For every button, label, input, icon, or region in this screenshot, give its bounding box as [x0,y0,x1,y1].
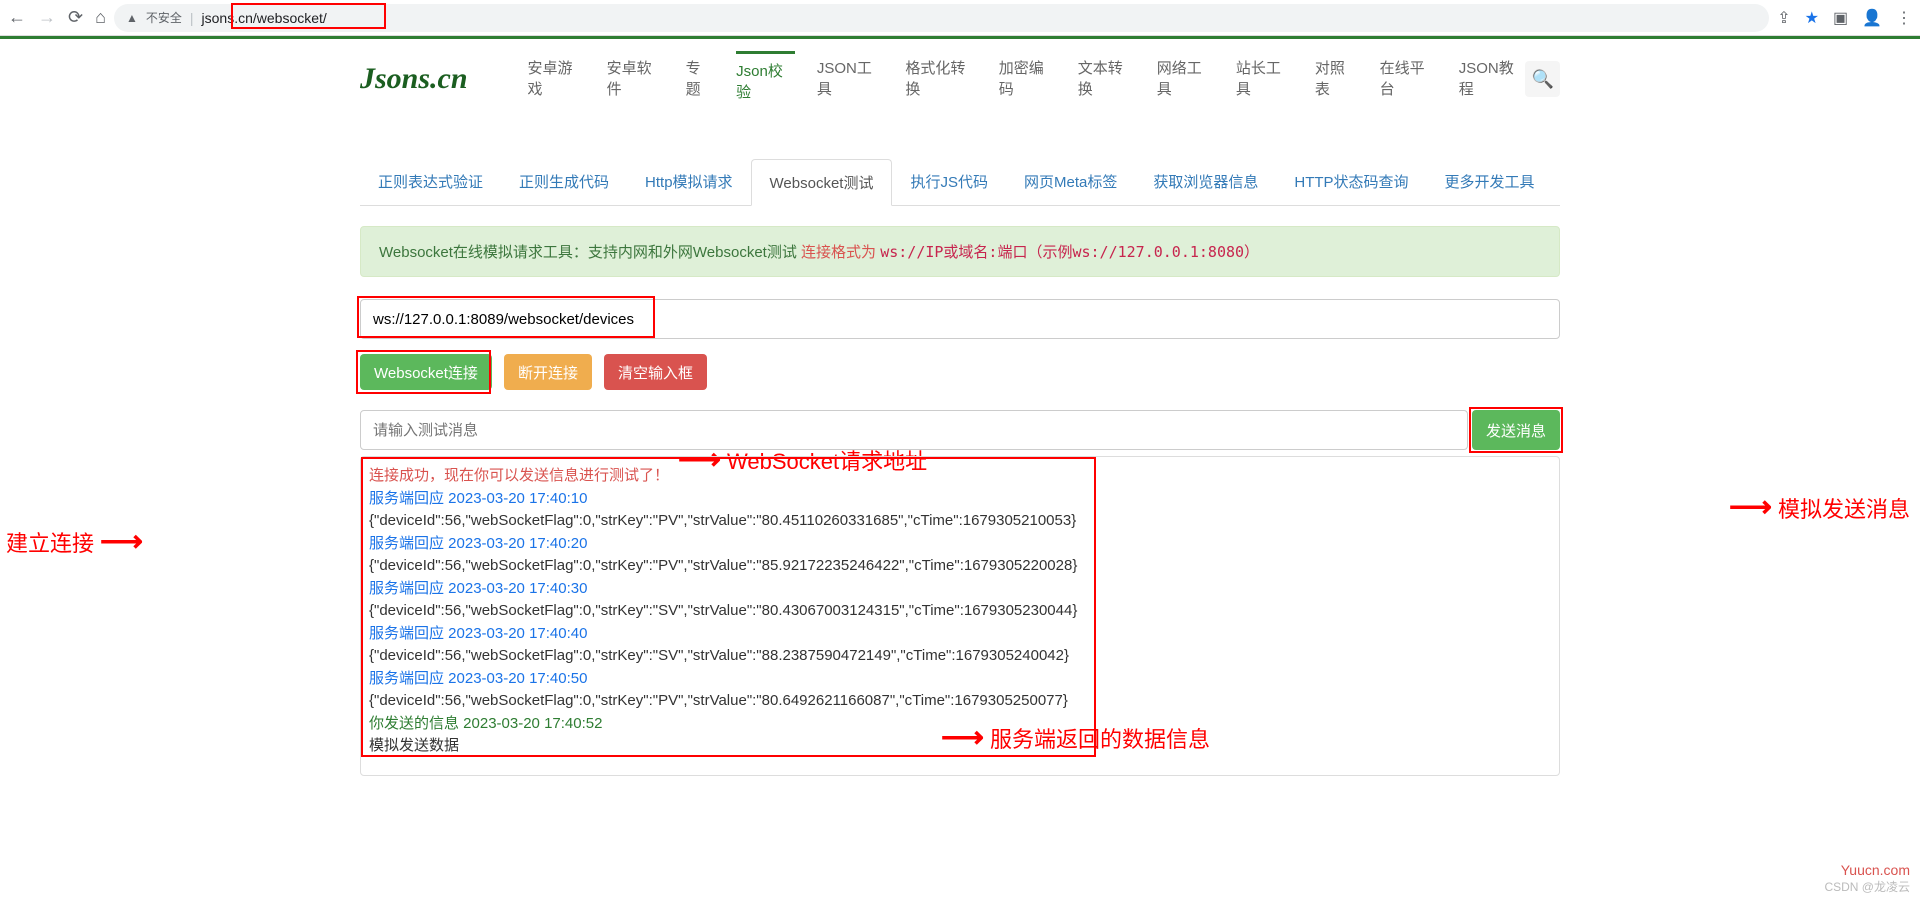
nav-item[interactable]: 安卓游戏 [528,51,585,108]
nav-item[interactable]: 站长工具 [1236,51,1293,108]
bookmark-icon[interactable]: ★ [1805,8,1819,28]
message-input[interactable] [360,410,1468,450]
url-text: jsons.cn/websocket/ [202,10,1758,26]
log-timestamp: 服务端回应 2023-03-20 17:40:10 [369,488,1551,511]
not-secure-label: 不安全 [146,9,182,26]
nav-item[interactable]: 格式化转换 [905,51,976,108]
result-panel: 连接成功，现在你可以发送信息进行测试了！服务端回应 2023-03-20 17:… [360,456,1560,776]
info-prefix: Websocket在线模拟请求工具：支持内网和外网Websocket测试 [379,244,801,261]
log-body: {"deviceId":56,"webSocketFlag":0,"strKey… [369,600,1551,623]
nav-item[interactable]: 对照表 [1315,51,1358,108]
annotation-establish: 建立连接 ⟶ [6,524,143,559]
nav-item[interactable]: 网络工具 [1157,51,1214,108]
back-button[interactable]: ← [8,7,26,28]
log-body: 模拟发送数据 [369,735,1551,758]
tab-item[interactable]: 正则生成代码 [501,159,627,205]
main-nav: 安卓游戏安卓软件专题 Json校验 JSON工具格式化转换加密编码文本转换网络工具站… [528,51,1526,108]
watermark: Yuucn.com CSDN @龙凌云 [1824,862,1910,895]
nav-item[interactable]: 安卓软件 [607,51,664,108]
tool-tabs: 正则表达式验证正则生成代码Http模拟请求Websocket测试执行JS代码网页… [360,159,1560,206]
tab-item[interactable]: 执行JS代码 [892,159,1006,205]
tab-item[interactable]: 网页Meta标签 [1006,159,1135,205]
home-button[interactable]: ⌂ [95,7,106,28]
menu-icon[interactable]: ⋮ [1896,8,1912,28]
log-timestamp: 你发送的信息 2023-03-20 17:40:52 [369,713,1551,736]
forward-button[interactable]: → [38,7,56,28]
clear-button[interactable]: 清空输入框 [604,354,707,390]
log-body: {"deviceId":56,"webSocketFlag":0,"strKey… [369,555,1551,578]
nav-item[interactable]: 加密编码 [999,51,1056,108]
nav-item[interactable]: 专题 [686,51,715,108]
connection-success-msg: 连接成功，现在你可以发送信息进行测试了！ [369,465,1551,488]
annotation-simulate: ⟵ 模拟发送消息 [1729,490,1910,525]
extensions-icon[interactable]: ▣ [1833,8,1848,28]
nav-item[interactable]: 文本转换 [1078,51,1135,108]
log-timestamp: 服务端回应 2023-03-20 17:40:20 [369,533,1551,556]
share-icon[interactable]: ⇪ [1777,8,1790,28]
info-code: ws://IP或域名:端口（示例ws://127.0.0.1:8080） [880,243,1259,261]
tab-item[interactable]: Http模拟请求 [627,159,751,205]
tab-item[interactable]: HTTP状态码查询 [1276,159,1426,205]
disconnect-button[interactable]: 断开连接 [504,354,592,390]
site-logo[interactable]: Jsons.cn [360,62,468,96]
nav-item[interactable]: 在线平台 [1380,51,1437,108]
info-red: 连接格式为 [801,244,880,261]
tab-item[interactable]: 更多开发工具 [1427,159,1553,205]
ws-url-input[interactable] [360,299,1560,339]
send-button[interactable]: 发送消息 [1472,410,1560,450]
connect-button[interactable]: Websocket连接 [360,354,492,390]
tab-item[interactable]: Websocket测试 [751,159,893,206]
nav-item[interactable]: JSON工具 [817,51,884,108]
log-timestamp: 服务端回应 2023-03-20 17:40:40 [369,623,1551,646]
not-secure-icon: ▲ [126,11,138,25]
annotation-box [231,3,386,29]
log-body: {"deviceId":56,"webSocketFlag":0,"strKey… [369,510,1551,533]
site-header: Jsons.cn 安卓游戏安卓软件专题 Json校验 JSON工具格式化转换加密编码… [360,39,1560,119]
log-body: {"deviceId":56,"webSocketFlag":0,"strKey… [369,645,1551,668]
reload-button[interactable]: ⟳ [68,7,83,28]
info-box: Websocket在线模拟请求工具：支持内网和外网Websocket测试 连接格… [360,226,1560,277]
nav-item[interactable]: JSON教程 [1459,51,1526,108]
search-button[interactable]: 🔍 [1525,61,1560,97]
log-body: {"deviceId":56,"webSocketFlag":0,"strKey… [369,690,1551,713]
nav-item[interactable]: Json校验 [736,51,795,108]
search-icon: 🔍 [1531,69,1553,89]
tab-item[interactable]: 获取浏览器信息 [1135,159,1276,205]
profile-icon[interactable]: 👤 [1862,8,1882,28]
log-timestamp: 服务端回应 2023-03-20 17:40:30 [369,578,1551,601]
log-timestamp: 服务端回应 2023-03-20 17:40:50 [369,668,1551,691]
tab-item[interactable]: 正则表达式验证 [360,159,501,205]
